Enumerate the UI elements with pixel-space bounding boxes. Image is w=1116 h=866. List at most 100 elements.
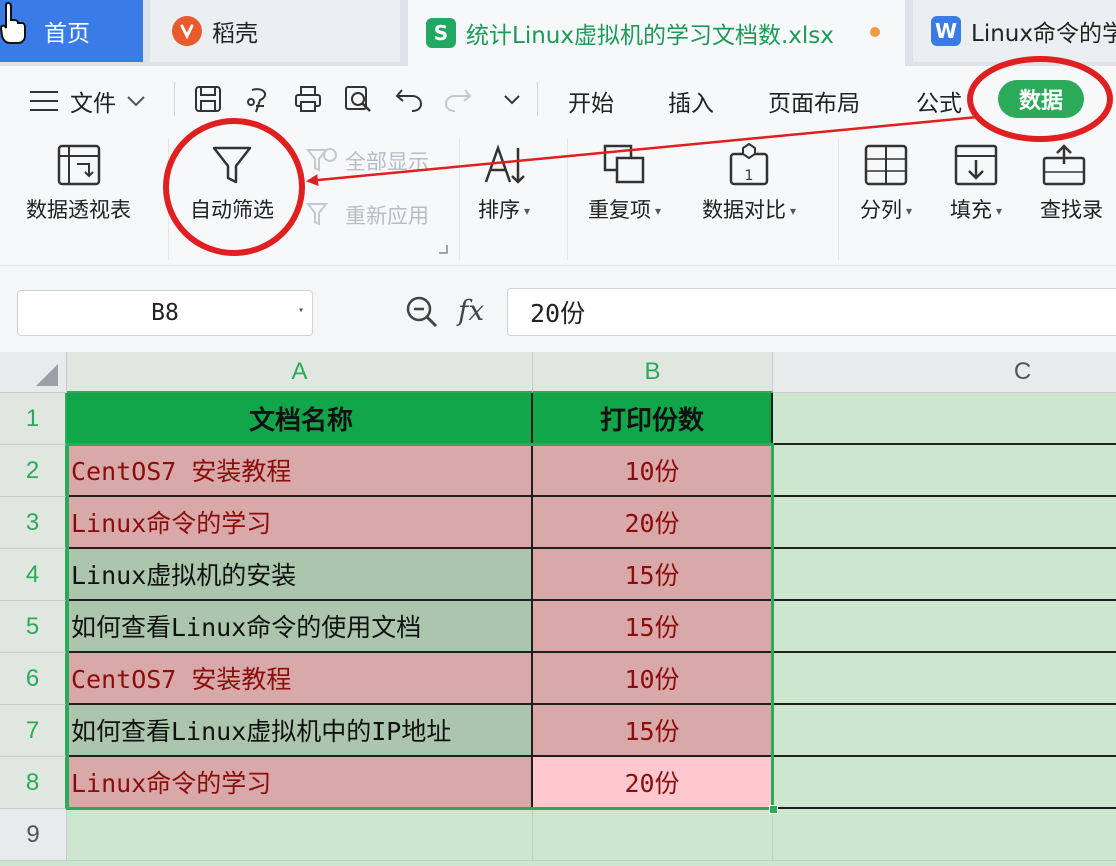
table-cell[interactable] <box>773 497 1116 549</box>
row-header[interactable]: 4 <box>0 549 67 601</box>
table-cell-print-count[interactable]: 15份 <box>533 549 773 601</box>
lookup-entry-button[interactable]: 查找录 <box>1040 142 1103 224</box>
formula-input[interactable]: 20份 <box>507 288 1116 336</box>
chevron-down-icon <box>127 96 145 107</box>
ribbon-separator <box>567 138 568 260</box>
menu-tab-formula[interactable]: 公式 <box>916 84 962 118</box>
table-cell[interactable] <box>773 653 1116 705</box>
formula-input-value: 20份 <box>530 299 586 328</box>
table-cell-print-count[interactable]: 10份 <box>533 653 773 705</box>
formula-bar: B8 ▾ fx 20份 <box>0 266 1116 352</box>
tab-writer-doc[interactable]: W Linux命令的学 <box>913 0 1116 62</box>
table-cell-doc-name[interactable]: CentOS7 安装教程 <box>67 653 533 705</box>
split-column-label: 分列 ▾ <box>860 198 913 222</box>
lookup-entry-label: 查找录 <box>1040 198 1103 222</box>
tab-home-label: 首页 <box>44 21 90 47</box>
table-cell[interactable] <box>773 393 1116 445</box>
tab-active-workbook[interactable]: S 统计Linux虚拟机的学习文档数.xlsx <box>408 0 905 66</box>
data-compare-icon: 1 <box>729 142 769 186</box>
table-cell-print-count[interactable]: 15份 <box>533 705 773 757</box>
row-header[interactable]: 2 <box>0 445 67 497</box>
print-icon[interactable] <box>293 84 323 114</box>
table-cell[interactable] <box>773 445 1116 497</box>
table-cell[interactable] <box>773 757 1116 809</box>
fill-button[interactable]: 填充 ▾ <box>950 142 1002 224</box>
column-header-c[interactable]: C <box>773 352 1116 393</box>
zoom-search-icon[interactable] <box>404 294 440 330</box>
table-cell-doc-name[interactable]: 如何查看Linux虚拟机中的IP地址 <box>67 705 533 757</box>
writer-doc-icon: W <box>931 16 961 46</box>
column-header-a[interactable]: A <box>67 352 533 393</box>
show-all-button[interactable]: 全部显示 <box>305 146 429 176</box>
row-header[interactable]: 5 <box>0 601 67 653</box>
fill-handle[interactable] <box>769 805 778 814</box>
save-icon[interactable] <box>193 84 223 114</box>
filter-funnel-icon <box>212 146 252 184</box>
fill-label: 填充 ▾ <box>950 198 1003 222</box>
pivot-table-label: 数据透视表 <box>26 198 131 222</box>
column-header-b[interactable]: B <box>533 352 773 393</box>
row-header[interactable]: 9 <box>0 809 67 861</box>
reapply-button[interactable]: 重新应用 <box>305 200 429 230</box>
select-all-corner[interactable] <box>0 352 67 393</box>
tab-bar: 首页 稻壳 S 统计Linux虚拟机的学习文档数.xlsx W Linux命令的… <box>0 0 1116 66</box>
reapply-icon <box>305 203 329 226</box>
hamburger-icon <box>30 91 58 111</box>
ribbon-separator <box>459 138 460 260</box>
table-cell-doc-name[interactable]: Linux虚拟机的安装 <box>67 549 533 601</box>
row-header[interactable]: 6 <box>0 653 67 705</box>
menu-tab-insert[interactable]: 插入 <box>668 84 714 118</box>
split-column-button[interactable]: 分列 ▾ <box>860 142 912 224</box>
pivot-table-button[interactable]: 数据透视表 <box>26 142 131 224</box>
quick-access-dropdown-icon[interactable] <box>497 84 527 114</box>
print-preview-icon[interactable] <box>343 84 373 114</box>
spreadsheet-grid[interactable]: A B C 1 文档名称 打印份数 2 CentOS7 安装教程 10份 3 Linux命令的… <box>0 352 1116 866</box>
data-compare-label: 数据对比 ▾ <box>702 198 797 222</box>
menu-tab-start[interactable]: 开始 <box>568 84 614 118</box>
table-cell-print-count[interactable]: 10份 <box>533 445 773 497</box>
table-cell[interactable] <box>773 549 1116 601</box>
fill-down-icon <box>954 144 998 186</box>
menu-tab-data[interactable]: 数据 <box>998 80 1084 118</box>
tab-writer-label: Linux命令的学 <box>971 21 1116 47</box>
unsaved-dot-icon[interactable] <box>870 27 880 37</box>
undo-icon[interactable] <box>394 84 424 114</box>
duplicates-label: 重复项 ▾ <box>588 198 662 222</box>
redo-icon[interactable] <box>443 84 473 114</box>
table-cell-doc-name[interactable]: Linux命令的学习 <box>67 757 533 809</box>
table-cell[interactable] <box>67 809 533 861</box>
autofilter-button[interactable]: 自动筛选 <box>190 142 274 224</box>
group-launcher-icon[interactable] <box>438 244 448 254</box>
name-box-dropdown-icon[interactable]: ▾ <box>298 305 304 316</box>
row-header[interactable]: 8 <box>0 757 67 809</box>
header-cell-print-count[interactable]: 打印份数 <box>533 393 773 445</box>
menu-tab-page-layout[interactable]: 页面布局 <box>768 84 860 118</box>
duplicates-button[interactable]: 重复项 ▾ <box>588 142 661 224</box>
row-header[interactable]: 3 <box>0 497 67 549</box>
row-header[interactable]: 7 <box>0 705 67 757</box>
export-icon[interactable] <box>244 84 274 114</box>
autofilter-label: 自动筛选 <box>190 198 274 222</box>
insert-function-icon[interactable]: fx <box>458 294 484 327</box>
table-cell[interactable] <box>773 705 1116 757</box>
name-box[interactable]: B8 ▾ <box>17 290 313 336</box>
table-cell[interactable] <box>773 601 1116 653</box>
table-cell-print-count[interactable]: 20份 <box>533 757 773 809</box>
table-cell-doc-name[interactable]: 如何查看Linux命令的使用文档 <box>67 601 533 653</box>
table-cell-print-count[interactable]: 15份 <box>533 601 773 653</box>
header-cell-doc-name[interactable]: 文档名称 <box>67 393 533 445</box>
tab-daoke[interactable]: 稻壳 <box>150 0 400 62</box>
tab-active-label: 统计Linux虚拟机的学习文档数.xlsx <box>466 23 834 49</box>
table-cell[interactable] <box>773 809 1116 861</box>
name-box-value: B8 <box>151 300 179 326</box>
data-compare-button[interactable]: 1 数据对比 ▾ <box>702 142 796 224</box>
file-menu-button[interactable]: 文件 <box>30 84 146 118</box>
duplicates-icon <box>603 144 644 184</box>
table-cell[interactable] <box>533 809 773 861</box>
row-header[interactable]: 1 <box>0 393 67 445</box>
sort-button[interactable]: 排序 ▾ <box>478 142 530 224</box>
table-cell-doc-name[interactable]: Linux命令的学习 <box>67 497 533 549</box>
menu-separator <box>537 82 538 116</box>
table-cell-doc-name[interactable]: CentOS7 安装教程 <box>67 445 533 497</box>
table-cell-print-count[interactable]: 20份 <box>533 497 773 549</box>
